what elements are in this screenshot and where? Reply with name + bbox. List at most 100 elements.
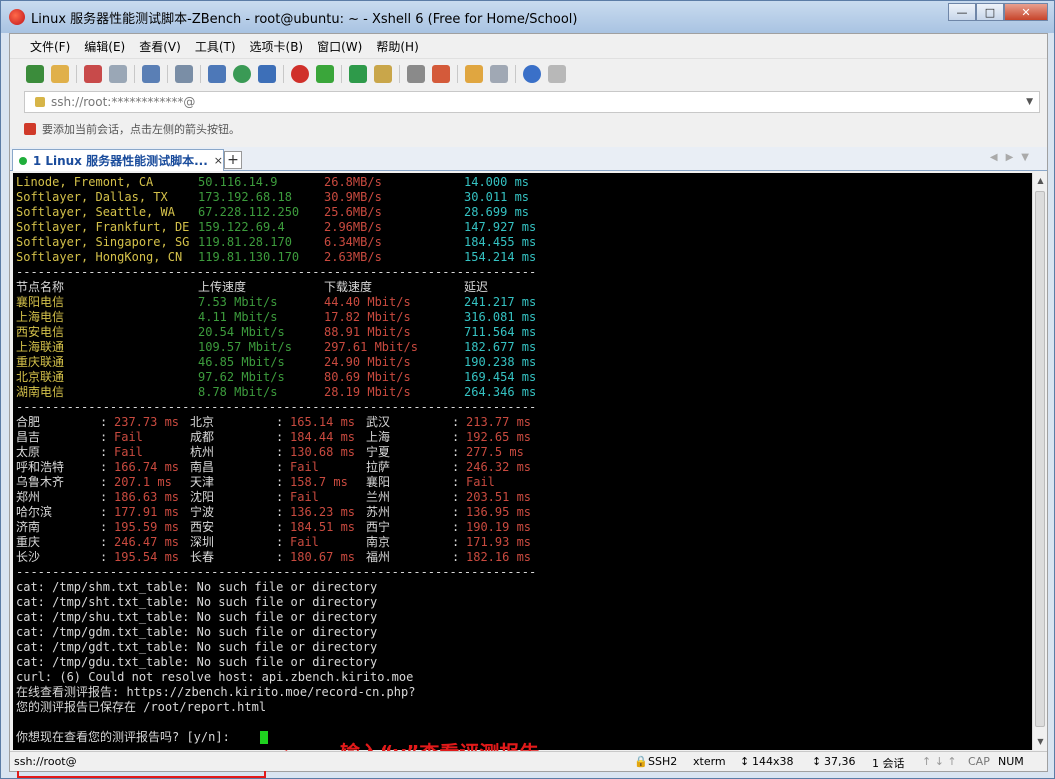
- ping-row: 济南:195.59 ms 西安:184.51 ms 西宁:190.19 ms: [16, 520, 1032, 535]
- ping-colon: :: [100, 475, 108, 489]
- menu-window[interactable]: 窗口(W): [317, 38, 362, 55]
- download-speed: 80.69 Mbit/s: [324, 370, 411, 384]
- tile-icon[interactable]: [490, 64, 508, 83]
- terminal-scrollbar[interactable]: ▲ ▼: [1032, 173, 1047, 750]
- new-tab-icon[interactable]: [465, 64, 483, 83]
- globe-icon[interactable]: [233, 64, 251, 83]
- connected-status-icon: [19, 156, 27, 165]
- connect-icon[interactable]: [84, 64, 102, 83]
- new-session-icon[interactable]: [26, 64, 44, 83]
- lock-icon[interactable]: [374, 64, 392, 83]
- column-header: 下载速度: [324, 280, 373, 294]
- terminal-output[interactable]: Linode, Fremont, CA 50.116.14.9 26.8MB/s 14…: [13, 173, 1032, 750]
- upload-speed: 7.53 Mbit/s: [198, 295, 278, 309]
- ping-value: 246.32 ms: [466, 460, 532, 474]
- node-name: Softlayer, HongKong, CN: [16, 250, 183, 264]
- toolbar-separator: [283, 64, 284, 83]
- add-tab-button[interactable]: +: [224, 151, 242, 169]
- output-line: 您的测评报告已保存在 /root/report.html: [16, 700, 1032, 715]
- node-name: 上海电信: [16, 310, 65, 324]
- scroll-down-icon[interactable]: ▼: [1033, 734, 1048, 750]
- node-name: Softlayer, Seattle, WA: [16, 205, 175, 219]
- xshell-icon[interactable]: [291, 64, 309, 83]
- status-cursor-position: 37,36: [824, 755, 856, 768]
- ping-colon: :: [276, 415, 284, 429]
- output-line: cat: /tmp/gdt.txt_table: No such file or…: [16, 640, 1032, 655]
- intl-speed-row: Linode, Fremont, CA 50.116.14.9 26.8MB/s 14…: [16, 175, 1032, 190]
- session-hint-bar: 要添加当前会话，点击左侧的箭头按钮。: [24, 118, 240, 140]
- add-session-arrow-icon[interactable]: [24, 123, 36, 135]
- output-text: cat: /tmp/shu.txt_table: No such file or…: [16, 610, 378, 624]
- keyboard-icon[interactable]: [407, 64, 425, 83]
- ping-city: 宁波: [190, 505, 215, 519]
- ping-city: 上海: [366, 430, 391, 444]
- ping-value: 171.93 ms: [466, 535, 532, 549]
- cn-speed-row: 北京联通 97.62 Mbit/s 80.69 Mbit/s 169.454 ms: [16, 370, 1032, 385]
- close-button[interactable]: ✕: [1004, 3, 1048, 21]
- font-icon[interactable]: [258, 64, 276, 83]
- chat-icon[interactable]: [548, 64, 566, 83]
- minimize-button[interactable]: —: [948, 3, 976, 21]
- terminal-cursor[interactable]: [260, 731, 268, 744]
- node-name: 襄阳电信: [16, 295, 65, 309]
- latency: 14.000 ms: [464, 175, 530, 189]
- maximize-button[interactable]: □: [976, 3, 1004, 21]
- ping-colon: :: [100, 520, 108, 534]
- download-speed: 28.19 Mbit/s: [324, 385, 411, 399]
- ping-city: 宁夏: [366, 445, 391, 459]
- ping-row: 合肥:237.73 ms 北京:165.14 ms 武汉:213.77 ms: [16, 415, 1032, 430]
- menu-file[interactable]: 文件(F): [30, 38, 70, 55]
- find-icon[interactable]: [175, 64, 193, 83]
- cn-speed-row: 重庆联通 46.85 Mbit/s 24.90 Mbit/s 190.238 ms: [16, 355, 1032, 370]
- fullscreen-icon[interactable]: [349, 64, 367, 83]
- menu-edit[interactable]: 编辑(E): [84, 38, 125, 55]
- properties-icon[interactable]: [142, 64, 160, 83]
- chevron-down-icon[interactable]: ▼: [1026, 97, 1033, 107]
- output-line: cat: /tmp/gdm.txt_table: No such file or…: [16, 625, 1032, 640]
- intl-speed-row: Softlayer, Dallas, TX 173.192.68.18 30.9MB…: [16, 190, 1032, 205]
- ping-value: 213.77 ms: [466, 415, 532, 429]
- divider-line: ----------------------------------------…: [16, 265, 1032, 280]
- scroll-up-icon[interactable]: ▲: [1033, 173, 1048, 189]
- upload-speed: 109.57 Mbit/s: [198, 340, 292, 354]
- scrollbar-thumb[interactable]: [1035, 191, 1045, 727]
- ping-colon: :: [276, 505, 284, 519]
- cn-speed-row: 襄阳电信 7.53 Mbit/s 44.40 Mbit/s 241.217 ms: [16, 295, 1032, 310]
- toolbar-separator: [399, 64, 400, 83]
- disconnect-icon[interactable]: [109, 64, 127, 83]
- ping-row: 重庆:246.47 ms 深圳: Fail 南京:171.93 ms: [16, 535, 1032, 550]
- ping-value: 277.5 ms: [466, 445, 524, 459]
- download-speed: 44.40 Mbit/s: [324, 295, 411, 309]
- session-nav-arrows[interactable]: ↑ ↓ ↑: [922, 755, 957, 768]
- ping-value: 184.44 ms: [290, 430, 356, 444]
- node-name: 湖南电信: [16, 385, 65, 399]
- toolbar-separator: [76, 64, 77, 83]
- status-sessions: 1 会话: [872, 757, 905, 770]
- open-folder-icon[interactable]: [51, 64, 69, 83]
- ping-city: 合肥: [16, 415, 41, 429]
- ping-city: 杭州: [190, 445, 215, 459]
- close-tab-icon[interactable]: ×: [214, 154, 223, 167]
- menu-help[interactable]: 帮助(H): [376, 38, 418, 55]
- menu-tools[interactable]: 工具(T): [195, 38, 236, 55]
- ping-row: 乌鲁木齐:207.1 ms 天津:158.7 ms 襄阳: Fail: [16, 475, 1032, 490]
- latency: 169.454 ms: [464, 370, 537, 384]
- ping-city: 济南: [16, 520, 41, 534]
- ping-value: 207.1 ms: [114, 475, 172, 489]
- session-hint-text: 要添加当前会话，点击左侧的箭头按钮。: [42, 123, 240, 136]
- tab-navigation-arrows[interactable]: ◀▶▼: [990, 152, 1037, 163]
- layout-icon[interactable]: [208, 64, 226, 83]
- tab-session-1[interactable]: 1 Linux 服务器性能测试脚本... ×: [12, 149, 224, 171]
- status-connection: ssh://root@: [14, 755, 77, 768]
- help-icon[interactable]: [523, 64, 541, 83]
- menu-tab[interactable]: 选项卡(B): [250, 38, 304, 55]
- window-title: Linux 服务器性能测试脚本-ZBench - root@ubuntu: ~ …: [31, 11, 578, 27]
- menu-bar: 文件(F) 编辑(E) 查看(V) 工具(T) 选项卡(B) 窗口(W) 帮助(…: [10, 34, 1047, 58]
- ping-value: 166.74 ms: [114, 460, 180, 474]
- xftp-icon[interactable]: [316, 64, 334, 83]
- address-bar[interactable]: ssh://root:************@ ▼: [24, 91, 1040, 113]
- menu-view[interactable]: 查看(V): [139, 38, 181, 55]
- address-text: ssh://root:************@: [51, 95, 196, 109]
- download-speed: 88.91 Mbit/s: [324, 325, 411, 339]
- highlight-icon[interactable]: [432, 64, 450, 83]
